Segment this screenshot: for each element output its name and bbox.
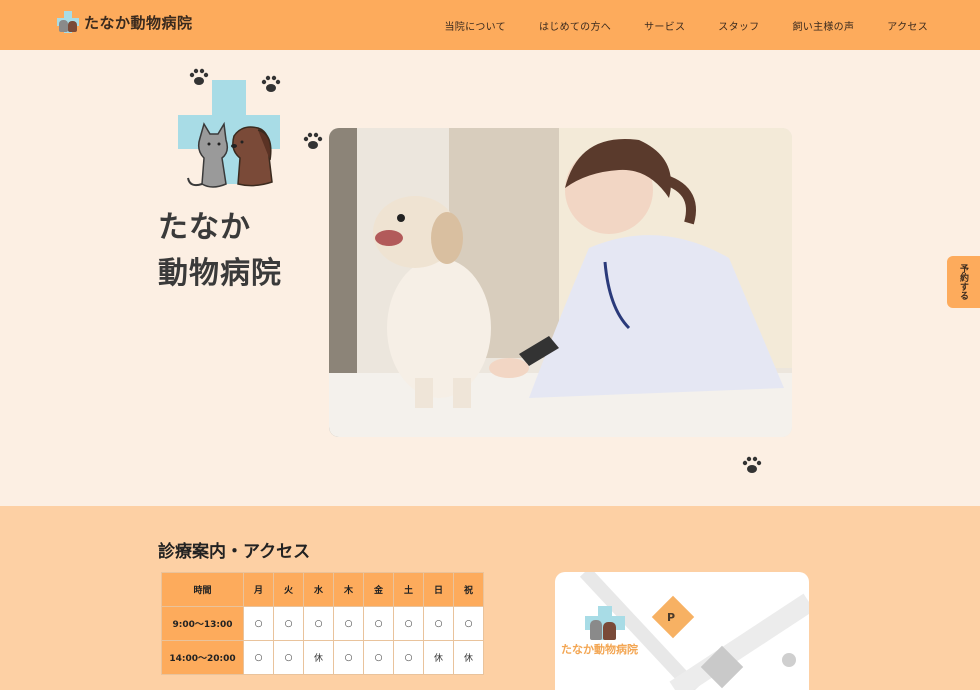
table-header-cell: 火 [273,572,304,607]
hero-title: たなか 動物病院 [158,205,282,297]
cat-dog-illustration [187,121,273,188]
map-clinic-name: たなか動物病院 [561,643,638,656]
table-row: 14:00〜20:00 ○ ○ 休 ○ ○ ○ 休 休 [161,640,484,675]
table-header-cell: 土 [393,572,424,607]
table-cell: ○ [333,640,364,675]
brand-name: たなか動物病院 [84,13,193,32]
site-header: たなか動物病院 当院について はじめての方へ サービス スタッフ 飼い主様の声 … [0,0,980,50]
table-cell: ○ [243,640,274,675]
table-header-cell: 木 [333,572,364,607]
paw-icon [742,456,762,473]
table-header-cell: 日 [423,572,454,607]
hours-table: 時間 月 火 水 木 金 土 日 祝 9:00〜13:00 ○ ○ ○ ○ ○ … [161,572,484,675]
table-header-row: 時間 月 火 水 木 金 土 日 祝 [161,572,484,607]
main-nav: 当院について はじめての方へ サービス スタッフ 飼い主様の声 アクセス [444,0,928,50]
table-cell: ○ [363,606,394,641]
brand-link[interactable]: たなか動物病院 [56,10,193,34]
table-cell: 休 [453,640,484,675]
hero-logo [178,80,280,188]
table-header-cell: 祝 [453,572,484,607]
reserve-label: 予約する [958,264,968,300]
hero-title-line2: 動物病院 [158,256,282,291]
table-cell: ○ [393,606,424,641]
map-logo-icon [585,606,625,640]
table-cell: 9:00〜13:00 [161,606,244,641]
logo-icon [56,10,80,34]
table-cell: ○ [453,606,484,641]
table-header-cell: 月 [243,572,274,607]
nav-item-testimonials[interactable]: 飼い主様の声 [792,18,854,33]
table-cell: ○ [333,606,364,641]
reserve-button[interactable]: 予約する [947,256,980,308]
table-cell: ○ [303,606,334,641]
table-cell: ○ [273,606,304,641]
nav-item-about[interactable]: 当院について [444,18,506,33]
nav-item-staff[interactable]: スタッフ [718,18,759,33]
table-header-cell: 水 [303,572,334,607]
access-map[interactable]: たなか動物病院 P [555,572,809,690]
paw-icon [261,75,281,92]
access-section [0,506,980,690]
table-cell: ○ [423,606,454,641]
vet-dog-photo [329,128,792,437]
section-title: 診療案内・アクセス [158,542,311,562]
table-header-cell: 金 [363,572,394,607]
table-cell: ○ [273,640,304,675]
table-header-cell: 時間 [161,572,244,607]
paw-icon [189,68,209,85]
hero-title-line1: たなか [158,210,251,245]
table-cell: ○ [363,640,394,675]
table-row: 9:00〜13:00 ○ ○ ○ ○ ○ ○ ○ ○ [161,606,484,641]
table-cell: 14:00〜20:00 [161,640,244,675]
hero-photo [329,128,792,437]
paw-icon [303,132,323,149]
nav-item-services[interactable]: サービス [644,18,685,33]
table-cell: ○ [243,606,274,641]
table-cell: 休 [423,640,454,675]
nav-item-first-visit[interactable]: はじめての方へ [539,18,611,33]
table-cell: 休 [303,640,334,675]
nav-item-access[interactable]: アクセス [887,18,928,33]
parking-label: P [667,611,676,624]
table-cell: ○ [393,640,424,675]
